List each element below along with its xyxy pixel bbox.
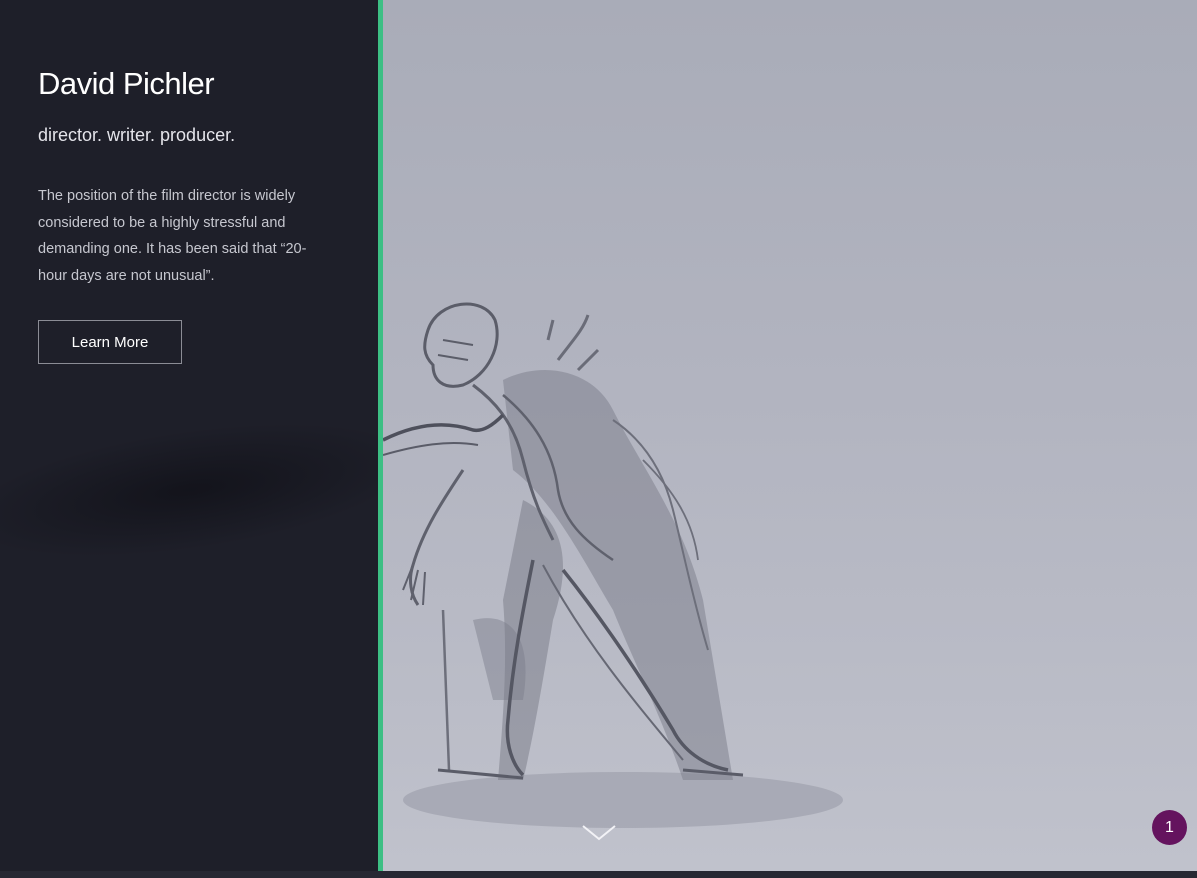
notification-badge[interactable]: 1 [1152, 810, 1187, 845]
learn-more-button[interactable]: Learn More [38, 320, 182, 364]
chevron-down-icon[interactable] [581, 822, 617, 844]
bottom-strip [0, 871, 1197, 878]
sidebar: David Pichler director. writer. producer… [0, 0, 378, 871]
tagline: director. writer. producer. [38, 125, 236, 145]
site-title: David Pichler [38, 66, 215, 101]
sketch-figure-illustration [383, 302, 843, 828]
hero-image [383, 0, 1197, 871]
intro-text: The position of the film director is wid… [38, 188, 307, 285]
sidebar-shadow [0, 398, 378, 582]
